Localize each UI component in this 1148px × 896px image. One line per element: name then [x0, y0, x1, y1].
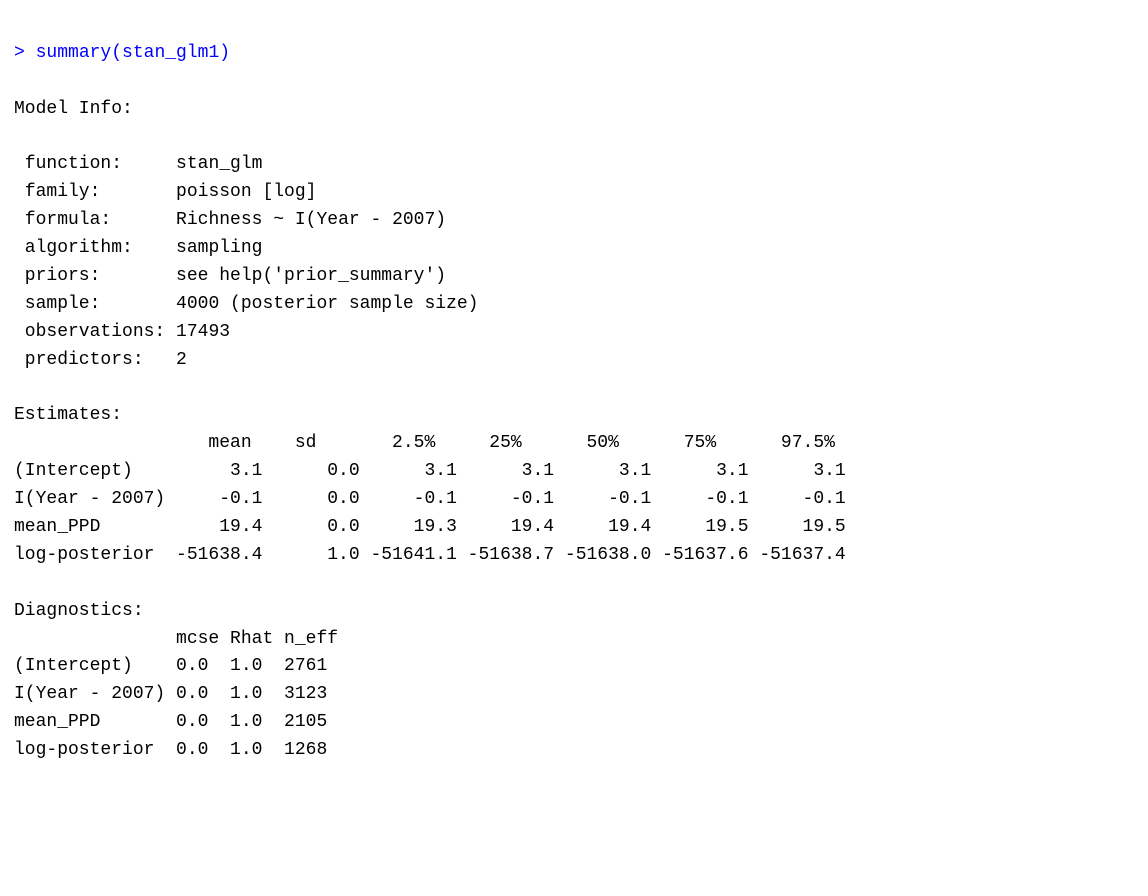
model-info-row: algorithm: sampling: [14, 238, 262, 258]
diagnostics-row: (Intercept) 0.0 1.0 2761: [14, 656, 327, 676]
model-info-row: priors: see help('prior_summary'): [14, 266, 446, 286]
prompt-symbol: >: [14, 43, 25, 63]
model-info-row: predictors: 2: [14, 350, 187, 370]
model-info-row: family: poisson [log]: [14, 182, 316, 202]
model-info-row: sample: 4000 (posterior sample size): [14, 294, 479, 314]
model-info-row: formula: Richness ~ I(Year - 2007): [14, 210, 446, 230]
estimates-columns: mean sd 2.5% 25% 50% 75% 97.5%: [14, 433, 835, 453]
diagnostics-columns: mcse Rhat n_eff: [14, 629, 338, 649]
command-input[interactable]: summary(stan_glm1): [36, 43, 230, 63]
diagnostics-header: Diagnostics:: [14, 601, 144, 621]
model-info-row: observations: 17493: [14, 322, 230, 342]
estimates-row: (Intercept) 3.1 0.0 3.1 3.1 3.1 3.1 3.1: [14, 461, 846, 481]
estimates-row: log-posterior -51638.4 1.0 -51641.1 -516…: [14, 545, 846, 565]
model-info-row: function: stan_glm: [14, 154, 262, 174]
diagnostics-row: mean_PPD 0.0 1.0 2105: [14, 712, 327, 732]
model-info-header: Model Info:: [14, 99, 133, 119]
diagnostics-row: log-posterior 0.0 1.0 1268: [14, 740, 327, 760]
console-output: Model Info: function: stan_glm family: p…: [14, 99, 846, 760]
estimates-header: Estimates:: [14, 405, 122, 425]
estimates-row: mean_PPD 19.4 0.0 19.3 19.4 19.4 19.5 19…: [14, 517, 846, 537]
diagnostics-row: I(Year - 2007) 0.0 1.0 3123: [14, 684, 327, 704]
estimates-row: I(Year - 2007) -0.1 0.0 -0.1 -0.1 -0.1 -…: [14, 489, 846, 509]
